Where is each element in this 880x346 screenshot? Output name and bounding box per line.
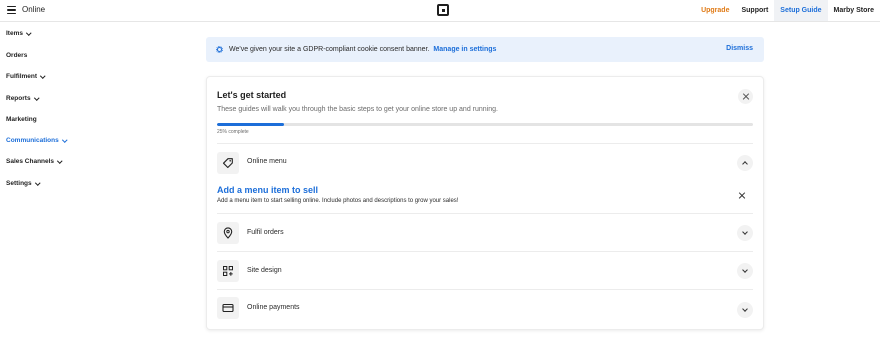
hamburger-menu-icon[interactable] — [7, 6, 16, 14]
sidebar-item-settings[interactable]: Settings — [6, 180, 40, 187]
top-nav: Upgrade Support Setup Guide Marby Store — [695, 0, 880, 21]
sidebar-item-label: Items — [6, 30, 23, 37]
setup-guide-card: Let's get started These guides will walk… — [206, 76, 764, 330]
card-title: Let's get started — [217, 90, 287, 100]
add-menu-item-link[interactable]: Add a menu item to sell — [217, 185, 318, 195]
sidebar-item-reports[interactable]: Reports — [6, 95, 39, 102]
dismiss-button[interactable]: Dismiss — [726, 45, 753, 52]
close-guide-button[interactable] — [738, 89, 753, 104]
location-pin-icon — [217, 222, 239, 244]
chevron-down-icon[interactable] — [737, 302, 753, 318]
sidebar-item-sales-channels[interactable]: Sales Channels — [6, 158, 63, 165]
task-description: Add a menu item to start selling online.… — [217, 198, 459, 204]
sidebar-item-label: Settings — [6, 180, 32, 187]
guide-row-online-payments[interactable]: Online payments — [217, 289, 753, 329]
square-logo-icon[interactable] — [437, 4, 449, 16]
sidebar-item-label: Marketing — [6, 116, 37, 123]
guide-row-site-design[interactable]: Site design — [217, 251, 753, 289]
app-name: Online — [22, 5, 46, 14]
sidebar-item-label: Orders — [6, 52, 28, 59]
row-label: Online payments — [247, 304, 300, 311]
chevron-up-icon[interactable] — [737, 155, 753, 171]
sidebar-item-label: Communications — [6, 137, 59, 144]
banner-text: We've given your site a GDPR-compliant c… — [229, 46, 430, 53]
sidebar-item-items[interactable]: Items — [6, 30, 32, 37]
chevron-down-icon — [33, 95, 39, 100]
row-label: Site design — [247, 267, 282, 274]
progress-fill — [217, 123, 284, 126]
sidebar-item-label: Reports — [6, 95, 31, 102]
credit-card-icon — [217, 297, 239, 319]
sidebar-item-marketing[interactable]: Marketing — [6, 116, 37, 123]
card-subtitle: These guides will walk you through the b… — [217, 106, 498, 113]
sidebar-item-fulfilment[interactable]: Fulfilment — [6, 73, 46, 80]
gear-icon — [216, 46, 223, 53]
support-link[interactable]: Support — [735, 0, 774, 21]
chevron-down-icon — [26, 30, 32, 35]
progress-bar — [217, 123, 753, 126]
sidebar-item-communications[interactable]: Communications — [6, 137, 67, 144]
top-bar: Online Upgrade Support Setup Guide Marby… — [0, 0, 880, 22]
sidebar-item-orders[interactable]: Orders — [6, 52, 27, 59]
store-name-link[interactable]: Marby Store — [828, 0, 880, 21]
row-label: Online menu — [247, 158, 287, 165]
guide-row-fulfil-orders[interactable]: Fulfil orders — [217, 213, 753, 251]
sidebar-item-label: Sales Channels — [6, 158, 55, 165]
grid-plus-icon — [217, 260, 239, 282]
chevron-down-icon — [57, 158, 63, 163]
cookie-consent-banner: We've given your site a GDPR-compliant c… — [206, 37, 764, 62]
chevron-down-icon[interactable] — [737, 263, 753, 279]
sidebar-item-label: Fulfilment — [6, 73, 38, 80]
progress-label: 25% complete — [217, 129, 249, 135]
manage-settings-link[interactable]: Manage in settings — [433, 46, 496, 53]
chevron-down-icon — [40, 73, 46, 78]
close-icon[interactable] — [737, 190, 747, 200]
row-label: Fulfil orders — [247, 229, 284, 236]
chevron-down-icon — [62, 137, 67, 142]
setup-guide-link[interactable]: Setup Guide — [774, 0, 828, 21]
guide-row-online-menu[interactable]: Online menu — [217, 143, 753, 179]
upgrade-link[interactable]: Upgrade — [695, 0, 735, 21]
chevron-down-icon — [34, 180, 40, 185]
tag-icon — [217, 152, 239, 174]
chevron-down-icon[interactable] — [737, 225, 753, 241]
